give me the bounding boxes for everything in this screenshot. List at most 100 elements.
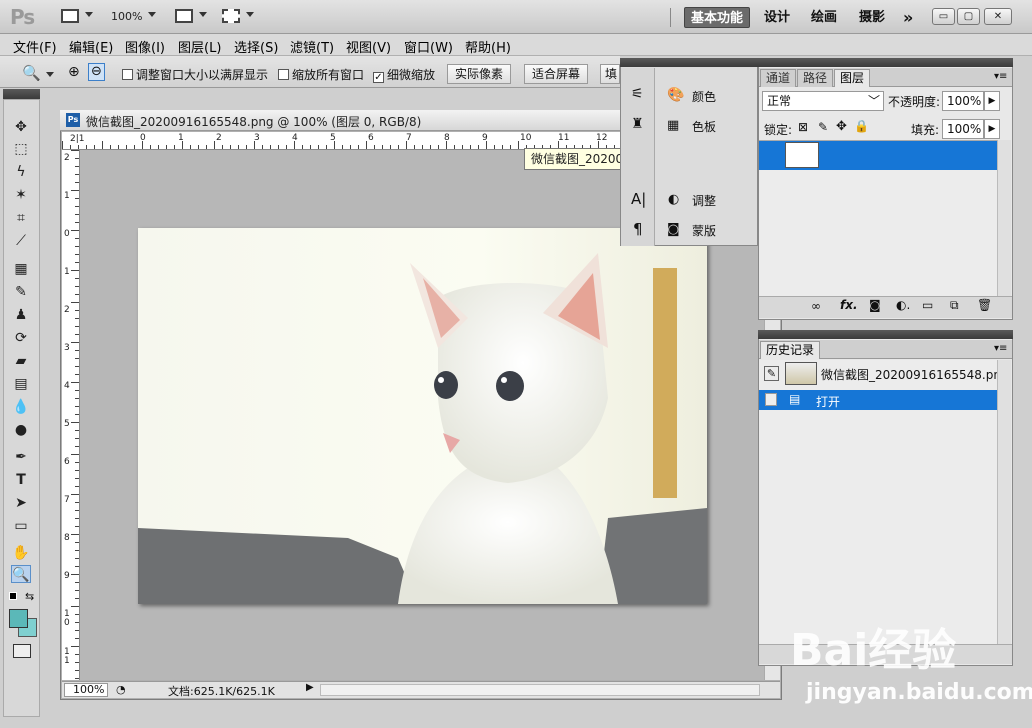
arrange-documents-icon[interactable] (175, 9, 193, 23)
status-menu-arrow-icon[interactable]: ▶ (306, 682, 314, 693)
workspace-essentials-button[interactable]: 基本功能 (684, 7, 751, 28)
clone-source-icon[interactable]: ♜ (631, 116, 644, 132)
quick-mask-icon[interactable] (13, 644, 31, 658)
zoom-level-select[interactable]: 100% (111, 10, 142, 23)
adjustments-panel-tab[interactable]: 调整 (692, 192, 716, 209)
marquee-tool-icon[interactable]: ⬚ (11, 140, 31, 158)
lasso-tool-icon[interactable]: ϟ (11, 163, 31, 181)
lock-position-icon[interactable]: ✥ (836, 119, 847, 134)
more-workspaces-button[interactable]: » (897, 7, 919, 28)
magic-wand-icon[interactable]: ✶ (11, 186, 31, 204)
swatches-panel-icon[interactable]: ▦ (667, 118, 679, 133)
tab-paths[interactable]: 路径 (797, 69, 834, 87)
trash-icon[interactable]: 🗑 (977, 298, 992, 312)
panel-menu-icon[interactable]: ▾≡ (994, 71, 1007, 82)
clone-stamp-icon[interactable]: ♟ (11, 306, 31, 324)
group-icon[interactable]: ▭ (922, 298, 933, 312)
workspace-design-button[interactable]: 设计 (758, 7, 796, 28)
eraser-tool-icon[interactable]: ▰ (11, 352, 31, 370)
bridge-icon[interactable] (61, 9, 79, 23)
history-scrollbar[interactable] (997, 360, 1011, 644)
opacity-slider-arrow-icon[interactable]: ▶ (984, 91, 1000, 111)
lock-image-icon[interactable]: ✎ (818, 120, 828, 134)
history-item[interactable]: ▤ 打开 (759, 390, 997, 410)
menu-file[interactable]: 文件(F) (13, 37, 57, 56)
menu-image[interactable]: 图像(I) (125, 37, 165, 56)
menu-view[interactable]: 视图(V) (346, 37, 391, 56)
fill-screen-button[interactable]: 填 (600, 64, 620, 84)
zoom-in-icon[interactable]: ⊕ (68, 64, 80, 80)
chevron-down-icon[interactable] (85, 12, 93, 17)
history-brush-source-icon[interactable]: ✎ (764, 366, 779, 381)
fit-screen-button[interactable]: 适合屏幕 (524, 64, 589, 84)
zoom-all-windows-checkbox[interactable]: 缩放所有窗口 (278, 66, 364, 83)
healing-brush-icon[interactable]: ▦ (11, 260, 31, 278)
hand-tool-icon[interactable]: ✋ (11, 544, 31, 562)
mask-icon[interactable]: ◙ (869, 298, 881, 312)
type-tool-icon[interactable]: T (11, 471, 31, 489)
actual-pixels-button[interactable]: 实际像素 (447, 64, 512, 84)
swap-colors-icon[interactable]: ⇆ (25, 590, 34, 603)
path-selection-icon[interactable]: ➤ (11, 494, 31, 512)
menu-help[interactable]: 帮助(H) (465, 37, 511, 56)
masks-panel-tab[interactable]: 蒙版 (692, 222, 716, 239)
vertical-ruler[interactable]: 210123456789101112 (62, 150, 80, 680)
paragraph-icon[interactable]: ¶ (633, 220, 643, 238)
resize-windows-checkbox[interactable]: 调整窗口大小以满屏显示 (122, 66, 268, 83)
shape-tool-icon[interactable]: ▭ (11, 517, 31, 535)
chevron-down-icon[interactable] (246, 12, 254, 17)
color-panel-tab[interactable]: 颜色 (692, 88, 716, 105)
fx-icon[interactable]: fx. (840, 298, 858, 312)
chevron-down-icon[interactable] (46, 72, 54, 77)
blur-tool-icon[interactable]: 💧 (11, 398, 31, 416)
menu-filter[interactable]: 滤镜(T) (290, 37, 334, 56)
brush-tool-icon[interactable]: ✎ (11, 283, 31, 301)
workspace-painting-button[interactable]: 绘画 (805, 7, 843, 28)
status-zoom-field[interactable]: 100% (64, 683, 108, 697)
link-icon[interactable]: ∞ (811, 299, 821, 313)
cat-photo[interactable] (138, 228, 707, 604)
collapsed-panels-header[interactable] (620, 58, 758, 67)
pen-tool-icon[interactable]: ✒ (11, 448, 31, 466)
zoom-out-icon[interactable]: ⊖ (88, 63, 105, 81)
new-layer-icon[interactable]: ⧉ (950, 298, 959, 313)
scrubby-zoom-checkbox[interactable]: ✓ 细微缩放 (373, 66, 435, 83)
masks-panel-icon[interactable]: ◙ (667, 222, 680, 237)
toolbar-header[interactable] (3, 89, 40, 99)
move-tool-icon[interactable]: ✥ (11, 118, 31, 136)
screen-mode-icon[interactable] (222, 9, 240, 23)
swatches-panel-tab[interactable]: 色板 (692, 118, 716, 135)
color-panel-icon[interactable]: 🎨 (667, 87, 684, 103)
crop-tool-icon[interactable]: ⌗ (11, 209, 31, 227)
gradient-tool-icon[interactable]: ▤ (11, 375, 31, 393)
opacity-field[interactable]: 100% (942, 91, 984, 111)
adjust-icon[interactable]: ◐. (896, 298, 910, 312)
horizontal-scrollbar[interactable] (320, 684, 760, 696)
zoom-tool-preset-icon[interactable]: 🔍 (22, 64, 41, 82)
tab-channels[interactable]: 通道 (760, 69, 797, 87)
default-colors-icon[interactable] (9, 592, 17, 600)
layers-panel-header[interactable] (758, 58, 1013, 67)
fill-slider-arrow-icon[interactable]: ▶ (984, 119, 1000, 139)
chevron-down-icon[interactable] (199, 12, 207, 17)
adjustments-panel-icon[interactable]: ◐ (668, 192, 679, 207)
restore-button[interactable]: ▢ (957, 8, 980, 25)
panel-menu-icon[interactable]: ▾≡ (994, 343, 1007, 354)
eyedropper-icon[interactable]: ⟋ (11, 232, 31, 250)
menu-edit[interactable]: 编辑(E) (69, 37, 113, 56)
close-button[interactable]: ✕ (984, 8, 1012, 25)
zoom-tool-icon[interactable]: 🔍 (11, 565, 31, 583)
snapshot-label[interactable]: 微信截图_20200916165548.png (821, 366, 1009, 383)
lock-all-icon[interactable]: 🔒 (854, 119, 869, 133)
brush-preset-icon[interactable]: ⚟ (631, 86, 644, 102)
foreground-color-swatch[interactable] (9, 609, 28, 628)
status-flag-icon[interactable]: ◔ (116, 683, 126, 696)
history-panel-header[interactable] (758, 330, 1013, 339)
blend-mode-select[interactable]: 正常 ﹀ (762, 91, 884, 111)
layer-row[interactable] (759, 141, 997, 170)
character-icon[interactable]: A| (631, 190, 646, 208)
chevron-down-icon[interactable] (148, 12, 156, 17)
tab-layers[interactable]: 图层 (834, 69, 871, 87)
menu-layer[interactable]: 图层(L) (178, 37, 221, 56)
fill-field[interactable]: 100% (942, 119, 984, 139)
